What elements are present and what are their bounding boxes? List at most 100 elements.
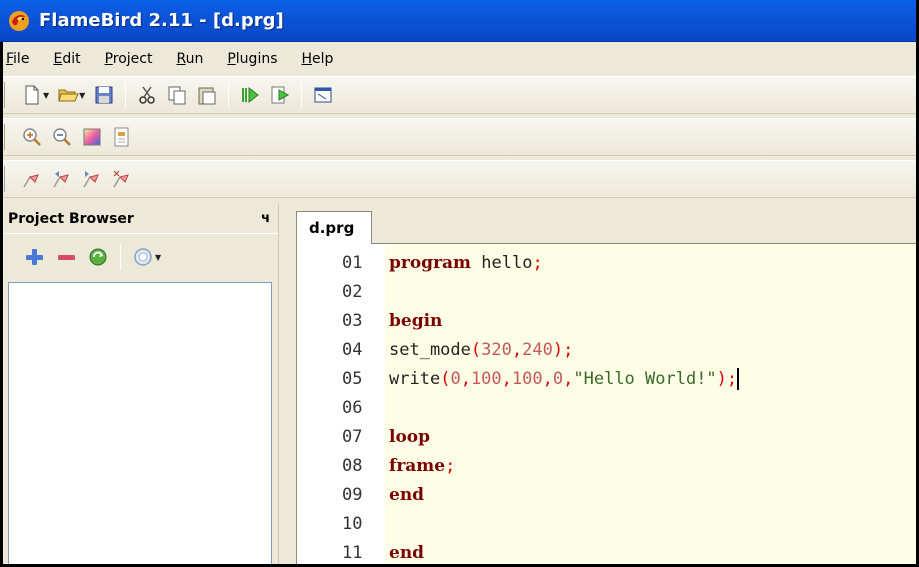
remove-file-button[interactable]	[50, 242, 82, 272]
line-number: 09	[342, 485, 363, 505]
code-token: 320	[481, 340, 512, 360]
code-token: 100	[470, 369, 502, 389]
menu-bar: File Edit Project Run Plugins Help	[0, 42, 919, 76]
tab-d-prg[interactable]: d.prg	[296, 211, 372, 244]
refresh-icon	[89, 248, 107, 266]
bookmark-clear-icon	[113, 170, 129, 188]
copy-icon	[168, 86, 186, 105]
color-gradient-icon	[83, 128, 101, 146]
code-token: end	[389, 485, 425, 505]
project-browser-header: Project Browser ч	[0, 204, 278, 234]
code-text-pane[interactable]: program hello; begin set_mode(320,240); wri…	[385, 244, 919, 567]
bookmark-next-icon	[83, 171, 99, 188]
code-token: hello	[471, 253, 533, 273]
code-token: program	[389, 253, 472, 273]
project-browser-panel: Project Browser ч ▼	[0, 204, 278, 567]
pin-icon[interactable]: ч	[261, 211, 270, 226]
previous-bookmark-button[interactable]	[47, 164, 77, 194]
next-bookmark-button[interactable]	[77, 164, 107, 194]
line-number-gutter: 01 02 03 04 05 06 07 08 09 10 11	[297, 244, 385, 567]
line-number: 07	[342, 427, 363, 447]
code-line[interactable]: loop	[389, 423, 430, 452]
code-token: (	[440, 369, 451, 389]
line-number: 10	[342, 514, 363, 534]
save-button[interactable]	[89, 80, 119, 110]
toolbar-grip[interactable]	[4, 124, 7, 150]
code-token: )	[552, 340, 564, 360]
code-token: ;	[726, 369, 738, 389]
plus-icon	[26, 249, 43, 265]
code-token: ,	[501, 369, 512, 389]
code-line[interactable]: end	[389, 539, 424, 567]
code-token: "Hello World!"	[573, 369, 717, 389]
code-token: begin	[389, 311, 443, 331]
code-token: ;	[445, 456, 456, 476]
code-token: ,	[511, 340, 523, 360]
copy-button[interactable]	[162, 80, 192, 110]
code-line[interactable]: program hello;	[389, 249, 543, 278]
menu-run[interactable]: Run	[164, 45, 215, 73]
menu-help[interactable]: Help	[290, 45, 346, 73]
menu-plugins[interactable]: Plugins	[215, 45, 289, 73]
code-line[interactable]: begin	[389, 307, 442, 336]
toolbar-separator	[120, 244, 121, 270]
scissors-icon	[139, 86, 156, 104]
color-button[interactable]	[77, 122, 107, 152]
zoom-out-button[interactable]	[47, 122, 77, 152]
toolbar-separator	[301, 82, 303, 108]
menu-file[interactable]: File	[0, 45, 41, 73]
refresh-button[interactable]	[82, 242, 114, 272]
menu-edit[interactable]: Edit	[41, 45, 92, 73]
main-toolbar: ▼ ▼	[0, 76, 919, 114]
code-token: ,	[542, 369, 553, 389]
menu-project[interactable]: Project	[93, 45, 165, 73]
code-token: ,	[460, 369, 471, 389]
code-line[interactable]: write(0,100,100,0,"Hello World!");	[389, 365, 740, 394]
clear-bookmarks-button[interactable]	[107, 164, 137, 194]
screen-border	[0, 42, 3, 567]
new-file-icon	[25, 85, 39, 105]
project-browser-toolbar: ▼	[0, 234, 278, 280]
line-number: 05	[342, 369, 363, 389]
zoom-in-button[interactable]	[17, 122, 47, 152]
code-editor[interactable]: 01 02 03 04 05 06 07 08 09 10 11 program hello; beg…	[296, 244, 919, 567]
run-icon	[271, 86, 290, 104]
options-icon	[134, 248, 152, 266]
toolbar-grip[interactable]	[4, 82, 7, 108]
code-line[interactable]: frame;	[389, 452, 455, 481]
line-number: 11	[342, 543, 363, 563]
code-line[interactable]: set_mode(320,240);	[389, 336, 573, 365]
code-token: write	[389, 369, 441, 389]
code-token: ;	[532, 253, 543, 273]
panel-splitter[interactable]	[278, 204, 288, 567]
code-token: )	[716, 369, 727, 389]
line-number: 06	[342, 398, 363, 418]
chevron-down-icon[interactable]: ▼	[79, 91, 85, 100]
run-button[interactable]	[265, 80, 295, 110]
code-token: ;	[563, 340, 574, 360]
document-icon	[114, 127, 129, 147]
code-token: ,	[563, 369, 574, 389]
line-number: 01	[342, 253, 363, 273]
compile-run-icon	[242, 86, 260, 104]
chevron-down-icon[interactable]: ▼	[43, 91, 49, 100]
cut-button[interactable]	[132, 80, 162, 110]
flamebird-app-icon[interactable]	[8, 10, 30, 32]
window-button[interactable]	[308, 80, 338, 110]
toolbar-grip[interactable]	[4, 166, 7, 192]
chevron-down-icon[interactable]: ▼	[155, 253, 161, 262]
toggle-bookmark-button[interactable]	[17, 164, 47, 194]
project-file-list[interactable]	[8, 282, 272, 567]
bookmark-prev-icon	[53, 171, 69, 188]
paste-icon	[198, 87, 216, 105]
add-file-button[interactable]	[18, 242, 50, 272]
paste-button[interactable]	[192, 80, 222, 110]
code-line[interactable]: end	[389, 481, 424, 510]
editor-area: d.prg 01 02 03 04 05 06 07 08 09 10 11 program hel…	[288, 204, 919, 567]
document-properties-button[interactable]	[107, 122, 137, 152]
line-number: 03	[342, 311, 363, 331]
code-token: loop	[389, 427, 431, 447]
bookmark-flag-icon	[23, 174, 39, 188]
compile-run-button[interactable]	[235, 80, 265, 110]
editor-tabs: d.prg	[288, 204, 919, 244]
